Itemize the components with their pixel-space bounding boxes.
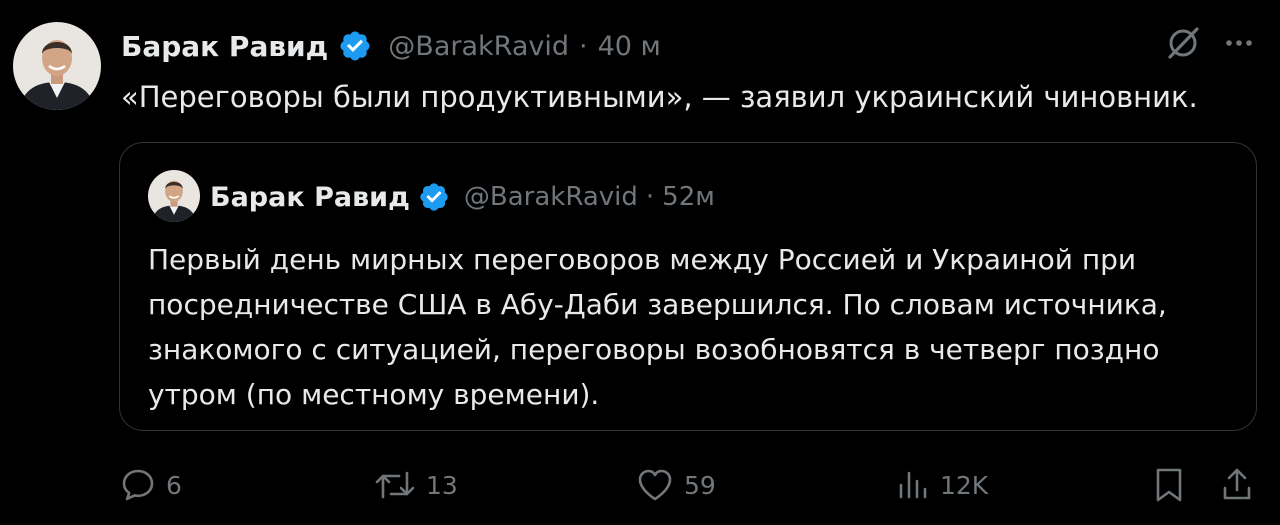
verified-badge-icon[interactable]: [338, 29, 372, 63]
views-count: 12K: [940, 470, 989, 500]
tweet-header: Барак Равид @BarakRavid · 40 м: [121, 24, 661, 68]
retweet-button[interactable]: 13: [374, 462, 458, 508]
bookmark-button[interactable]: [1152, 462, 1186, 508]
heart-icon: [636, 467, 674, 503]
reply-count: 6: [166, 470, 182, 500]
grok-slash-icon[interactable]: [1164, 24, 1202, 62]
tweet-text: «Переговоры были продуктивными», — заяви…: [121, 80, 1198, 114]
tweet-action-bar: 6 13 59 12K: [0, 462, 1280, 508]
more-dots-icon[interactable]: [1222, 26, 1256, 60]
quoted-tweet-timestamp[interactable]: 52м: [662, 182, 715, 212]
author-display-name[interactable]: Барак Равид: [121, 30, 328, 63]
author-handle[interactable]: @BarakRavid: [388, 31, 569, 62]
author-avatar[interactable]: [13, 22, 101, 110]
like-count: 59: [684, 470, 716, 500]
separator-dot: ·: [645, 182, 655, 212]
reply-button[interactable]: 6: [120, 462, 182, 508]
reply-icon: [120, 467, 156, 503]
quoted-author-handle[interactable]: @BarakRavid: [464, 182, 638, 212]
retweet-icon: [374, 467, 416, 503]
quoted-tweet-card[interactable]: Барак Равид @BarakRavid · 52м Первый ден…: [119, 142, 1257, 431]
quoted-tweet-header: Барак Равид @BarakRavid · 52м: [210, 177, 715, 217]
share-button[interactable]: [1220, 462, 1254, 508]
quoted-author-avatar[interactable]: [148, 170, 200, 222]
quoted-tweet-text: Первый день мирных переговоров между Рос…: [148, 243, 1167, 411]
share-icon: [1220, 466, 1254, 504]
views-button[interactable]: 12K: [896, 462, 988, 508]
bookmark-icon: [1152, 466, 1186, 504]
verified-badge-icon[interactable]: [418, 181, 450, 213]
retweet-count: 13: [426, 470, 458, 500]
views-bar-chart-icon: [896, 467, 930, 503]
tweet-timestamp[interactable]: 40 м: [598, 31, 661, 62]
like-button[interactable]: 59: [636, 462, 716, 508]
separator-dot: ·: [578, 30, 588, 62]
quoted-author-display-name[interactable]: Барак Равид: [210, 182, 410, 213]
tweet-top-actions: [1164, 24, 1256, 62]
